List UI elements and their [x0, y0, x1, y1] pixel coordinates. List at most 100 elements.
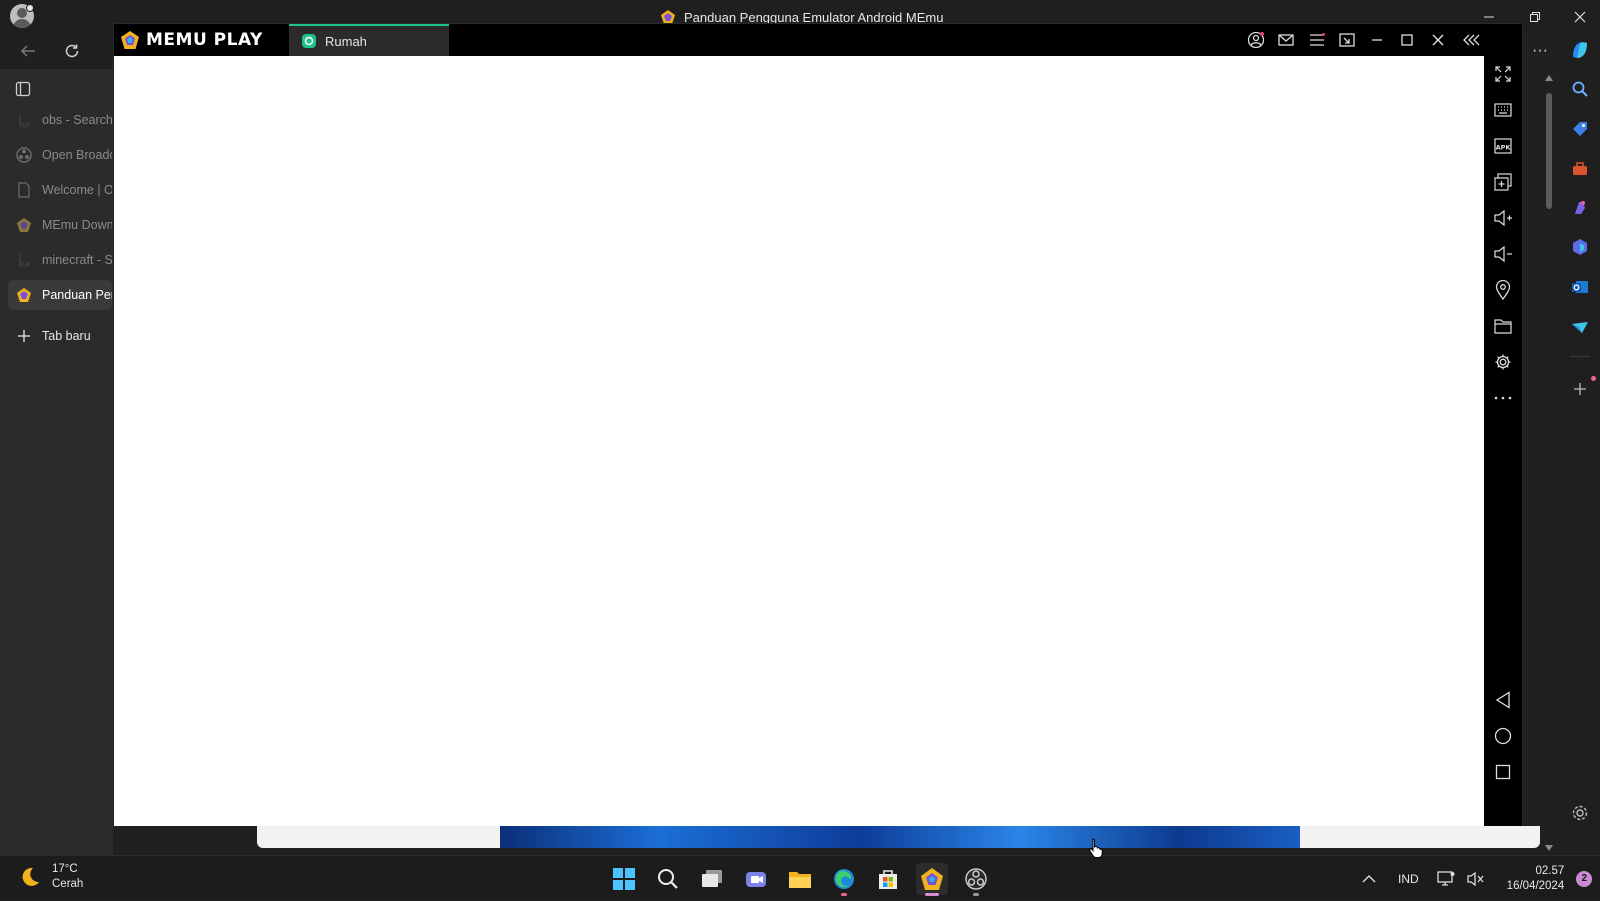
memu-logo-icon: [120, 30, 140, 50]
sidebar-divider: [1570, 356, 1590, 357]
system-clock[interactable]: 02.57 16/04/2024: [1507, 864, 1565, 894]
taskbar-search-icon[interactable]: [652, 863, 684, 895]
memu-maximize-button[interactable]: [1395, 29, 1419, 51]
android-home-icon[interactable]: [1491, 724, 1515, 748]
volume-muted-icon[interactable]: [1467, 871, 1485, 887]
multi-instance-icon[interactable]: [1491, 170, 1515, 194]
close-window-button[interactable]: [1569, 6, 1591, 28]
scrollbar-thumb[interactable]: [1546, 93, 1552, 209]
file-explorer-icon[interactable]: [784, 863, 816, 895]
system-tray: IND 02.57 16/04/2024 2: [1362, 856, 1593, 901]
memu-tab-home[interactable]: Rumah: [289, 24, 449, 56]
mail-icon[interactable]: [1274, 29, 1298, 51]
apk-install-icon[interactable]: APK: [1491, 134, 1515, 158]
notification-badge[interactable]: 2: [1576, 870, 1593, 887]
tab-label: minecraft - Search: [42, 253, 112, 267]
memu-minimize-button[interactable]: [1365, 29, 1389, 51]
tab-label: Panduan Pengguna: [42, 288, 112, 302]
scroll-up-icon[interactable]: [1545, 75, 1553, 81]
running-indicator: [841, 893, 847, 896]
volume-up-icon[interactable]: [1491, 206, 1515, 230]
browser-more-button[interactable]: ···: [1526, 37, 1554, 65]
microsoft-store-icon[interactable]: [872, 863, 904, 895]
refresh-button[interactable]: [58, 37, 86, 65]
restore-button[interactable]: [1524, 6, 1546, 28]
more-options-icon[interactable]: [1491, 386, 1515, 410]
weather-description: Cerah: [52, 878, 84, 890]
tab-open-broadcaster[interactable]: Open Broadcaster Software: [8, 140, 112, 170]
start-button[interactable]: [608, 863, 640, 895]
obs-studio-icon[interactable]: [960, 863, 992, 896]
location-icon[interactable]: [1491, 278, 1515, 302]
new-tab-button[interactable]: Tab baru: [8, 321, 112, 351]
games-icon[interactable]: [1568, 195, 1592, 219]
microsoft-365-icon[interactable]: [1568, 235, 1592, 259]
windows-taskbar: 17°C Cerah IND 02.57 16/04/2024 2: [0, 855, 1600, 900]
keyboard-mapping-icon[interactable]: [1491, 98, 1515, 122]
menu-icon[interactable]: [1305, 29, 1329, 51]
memu-icon: [16, 287, 32, 303]
scroll-down-icon[interactable]: [1545, 845, 1553, 851]
android-screen[interactable]: [114, 56, 1484, 826]
memu-side-toolbar: APK: [1484, 56, 1522, 826]
show-hidden-icons-chevron-icon[interactable]: [1362, 874, 1376, 884]
edge-browser-icon[interactable]: [828, 863, 860, 896]
bing-icon: [16, 252, 32, 268]
search-icon[interactable]: [1568, 77, 1592, 101]
clock-time: 02.57: [1535, 864, 1565, 877]
network-icon[interactable]: [1437, 870, 1455, 887]
copilot-icon[interactable]: [1568, 38, 1592, 62]
weather-widget[interactable]: 17°C Cerah: [18, 862, 83, 892]
memu-title-bar: MEMU PLAY Rumah: [114, 24, 1522, 56]
android-back-icon[interactable]: [1491, 688, 1515, 712]
profile-status-dot: [26, 4, 34, 12]
tab-label: MEmu Download: [42, 218, 112, 232]
page-scrollbar[interactable]: [1540, 69, 1558, 855]
tab-obs-search[interactable]: obs - Search: [8, 105, 112, 135]
task-view-icon[interactable]: [696, 863, 728, 895]
tab-actions-icon[interactable]: [14, 80, 32, 98]
tab-welcome-obs[interactable]: Welcome | OBS: [8, 175, 112, 205]
mini-mode-icon[interactable]: [1335, 29, 1359, 51]
add-app-icon[interactable]: [1568, 377, 1592, 401]
running-indicator: [973, 893, 979, 896]
tab-minecraft-search[interactable]: minecraft - Search: [8, 245, 112, 275]
memu-icon: [16, 217, 32, 233]
shopping-icon[interactable]: [1568, 117, 1592, 141]
edge-sidebar: [1560, 33, 1600, 855]
shared-folder-icon[interactable]: [1491, 314, 1515, 338]
running-indicator: [925, 893, 939, 896]
home-app-icon: [301, 33, 317, 49]
account-icon[interactable]: [1244, 29, 1268, 51]
back-button[interactable]: [14, 37, 42, 65]
settings-gear-icon[interactable]: [1491, 350, 1515, 374]
page-icon: [16, 182, 32, 198]
sidebar-settings-icon[interactable]: [1568, 801, 1592, 825]
clock-date: 16/04/2024: [1506, 879, 1565, 892]
memu-logo: MEMU PLAY: [120, 28, 263, 52]
fullscreen-icon[interactable]: [1491, 62, 1515, 86]
input-language-indicator[interactable]: IND: [1398, 872, 1419, 886]
memu-tab-label: Rumah: [325, 33, 367, 49]
tab-panduan-pengguna[interactable]: Panduan Pengguna: [8, 280, 112, 310]
memu-taskbar-icon[interactable]: [916, 863, 948, 896]
page-banner-image: [500, 826, 1300, 848]
volume-down-icon[interactable]: [1491, 242, 1515, 266]
outlook-icon[interactable]: [1568, 275, 1592, 299]
memu-logo-text: MEMU PLAY: [146, 30, 263, 50]
memu-close-button[interactable]: [1426, 29, 1450, 51]
tools-icon[interactable]: [1568, 157, 1592, 181]
tab-label: Welcome | OBS: [42, 183, 112, 197]
android-recents-icon[interactable]: [1491, 760, 1515, 784]
tab-label: Open Broadcaster Software: [42, 148, 112, 162]
obs-icon: [16, 147, 32, 163]
tab-memu-download[interactable]: MEmu Download: [8, 210, 112, 240]
svg-text:APK: APK: [1496, 144, 1512, 152]
mouse-cursor-icon: [1088, 838, 1104, 858]
collapse-toolbar-icon[interactable]: [1460, 29, 1484, 51]
teams-chat-icon[interactable]: [740, 863, 772, 895]
drop-icon[interactable]: [1568, 315, 1592, 339]
moon-icon: [18, 865, 42, 889]
plus-icon: [16, 328, 32, 344]
bing-icon: [16, 112, 32, 128]
